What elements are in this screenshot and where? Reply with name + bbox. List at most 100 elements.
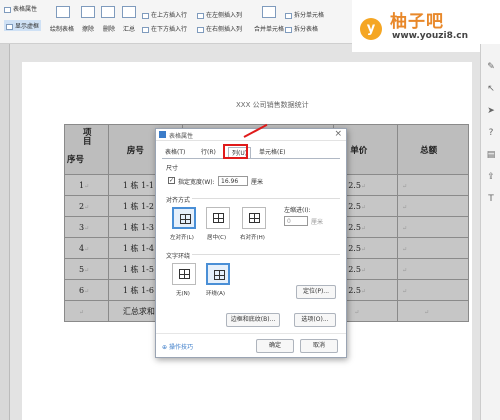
- tab-cell[interactable]: 单元格(E): [256, 147, 288, 158]
- ribbon-label: 拆分表格: [294, 26, 319, 33]
- insert-col-left-icon: [197, 12, 204, 19]
- watermark-title: 柚子吧: [390, 12, 444, 32]
- edit-icon[interactable]: ✎: [486, 62, 496, 72]
- table-properties-dialog: 表格属性 × 表格(T) 行(R) 列(U) 单元格(E) 尺寸 ✓ 指定宽度(…: [155, 128, 347, 358]
- preferred-width-checkbox[interactable]: ✓: [168, 177, 175, 184]
- cell-no[interactable]: 4↵: [64, 237, 109, 259]
- ribbon-label: 在左侧插入列: [206, 12, 243, 19]
- align-left-option[interactable]: [172, 207, 196, 229]
- ribbon-sum[interactable]: 汇总: [123, 24, 135, 33]
- ribbon-insert-row-below[interactable]: 在下方插入行: [142, 24, 187, 33]
- wrap-none-label: 无(N): [176, 291, 190, 297]
- wrap-none-icon: [179, 269, 190, 279]
- diagonal-header-cell[interactable]: 项目 序号: [64, 124, 109, 175]
- position-button[interactable]: 定位(P)...: [296, 285, 336, 299]
- ribbon-label: 在右侧插入列: [206, 26, 243, 33]
- cell-no[interactable]: 5↵: [64, 258, 109, 280]
- cell-no[interactable]: 1↵: [64, 174, 109, 196]
- document-icon[interactable]: ▤: [486, 150, 496, 160]
- select-icon[interactable]: ↖: [486, 84, 496, 94]
- preferred-width-input[interactable]: 16.96: [218, 176, 248, 186]
- ribbon-label: 在下方插入行: [151, 26, 188, 33]
- cell-total[interactable]: ↵: [397, 237, 469, 259]
- sum-row-label: 汇总求和: [122, 306, 155, 316]
- ribbon-table-properties[interactable]: 表格属性: [4, 4, 37, 13]
- cancel-button[interactable]: 取消: [300, 339, 338, 353]
- watermark-logo-icon: y: [360, 18, 382, 40]
- close-icon[interactable]: ×: [334, 129, 342, 139]
- ribbon-draw-table[interactable]: 绘制表格: [50, 24, 74, 33]
- share-icon[interactable]: ⇪: [486, 172, 496, 182]
- gridlines-icon: [6, 23, 13, 30]
- cell-no[interactable]: 3↵: [64, 216, 109, 238]
- ribbon-show-gridlines[interactable]: 显示虚框: [4, 20, 42, 31]
- cell-total[interactable]: ↵: [397, 195, 469, 217]
- sum-icon[interactable]: [122, 6, 136, 18]
- insert-row-above-icon: [142, 12, 149, 19]
- tab-row[interactable]: 行(R): [198, 147, 219, 158]
- header-total[interactable]: 总额: [397, 124, 469, 175]
- cell-total[interactable]: ↵: [397, 300, 469, 322]
- watermark-url: www.youzi8.cn: [392, 31, 468, 41]
- ok-button[interactable]: 确定: [256, 339, 294, 353]
- cell-no[interactable]: ↵: [64, 300, 109, 322]
- tips-link-label: 操作技巧: [168, 344, 193, 351]
- align-center-icon: [213, 213, 224, 223]
- ribbon-erase[interactable]: 擦除: [82, 24, 94, 33]
- cell-no[interactable]: 6↵: [64, 279, 109, 301]
- align-left-label: 左对齐(L): [170, 235, 194, 241]
- ribbon-insert-col-right[interactable]: 在右侧插入列: [197, 24, 242, 33]
- wrap-around-icon: [214, 270, 225, 280]
- ribbon-merge-cells[interactable]: 合并单元格: [254, 24, 284, 33]
- delete-icon[interactable]: [101, 6, 115, 18]
- width-unit-label[interactable]: 厘米: [251, 177, 263, 186]
- cell-room-text: 1 栋 1-3: [122, 222, 154, 232]
- cell-total[interactable]: ↵: [397, 216, 469, 238]
- cell-price-text: 2.5: [348, 201, 361, 211]
- site-watermark: y 柚子吧 www.youzi8.cn: [352, 0, 500, 52]
- wrap-around-option[interactable]: [206, 263, 230, 285]
- highlight-box: [223, 144, 248, 159]
- cell-price-text: 2.5: [348, 222, 361, 232]
- indent-input[interactable]: 0: [284, 216, 308, 226]
- wrap-around-label: 环绕(A): [206, 291, 226, 297]
- align-center-option[interactable]: [206, 207, 230, 229]
- table-properties-icon: [4, 6, 11, 13]
- indent-unit-label[interactable]: 厘米: [311, 217, 323, 226]
- align-right-label: 右对齐(H): [240, 235, 265, 241]
- cell-total[interactable]: ↵: [397, 174, 469, 196]
- cell-total[interactable]: ↵: [397, 279, 469, 301]
- header-diag-top: 项目: [83, 128, 92, 147]
- ribbon-label: 表格属性: [13, 6, 38, 13]
- pointer-icon[interactable]: ➤: [486, 106, 496, 116]
- preferred-width-label: 指定宽度(W):: [178, 179, 215, 186]
- merge-cells-icon[interactable]: [262, 6, 276, 18]
- ribbon-split-cells[interactable]: 拆分单元格: [285, 10, 324, 19]
- align-center-label: 居中(C): [207, 235, 227, 241]
- wrap-section-label: 文字环绕: [166, 253, 191, 260]
- ribbon-split-table[interactable]: 拆分表格: [285, 24, 318, 33]
- ribbon-label: 在上方插入行: [151, 12, 188, 19]
- cell-total[interactable]: ↵: [397, 258, 469, 280]
- dialog-title: 表格属性: [169, 133, 194, 140]
- wrap-none-option[interactable]: [172, 263, 196, 285]
- draw-table-icon[interactable]: [56, 6, 70, 18]
- header-diag-bottom: 序号: [67, 155, 85, 165]
- borders-shading-button[interactable]: 边框和底纹(B)...: [226, 313, 280, 327]
- eraser-icon[interactable]: [81, 6, 95, 18]
- ribbon-delete[interactable]: 删除: [103, 24, 115, 33]
- tips-link[interactable]: ⊕ 操作技巧: [162, 342, 193, 351]
- tabs-divider: [162, 158, 340, 159]
- ribbon-label: 拆分单元格: [294, 12, 325, 19]
- tab-table[interactable]: 表格(T): [162, 147, 188, 158]
- help-icon[interactable]: ?: [486, 128, 496, 138]
- cell-no[interactable]: 2↵: [64, 195, 109, 217]
- cell-price-text: 2.5: [348, 264, 361, 274]
- options-button[interactable]: 选项(O)...: [294, 313, 336, 327]
- text-icon[interactable]: T: [486, 194, 496, 204]
- indent-label: 左缩进(I):: [284, 207, 311, 214]
- align-right-option[interactable]: [242, 207, 266, 229]
- align-left-icon: [180, 214, 191, 224]
- ribbon-insert-col-left[interactable]: 在左侧插入列: [197, 10, 242, 19]
- ribbon-insert-row-above[interactable]: 在上方插入行: [142, 10, 187, 19]
